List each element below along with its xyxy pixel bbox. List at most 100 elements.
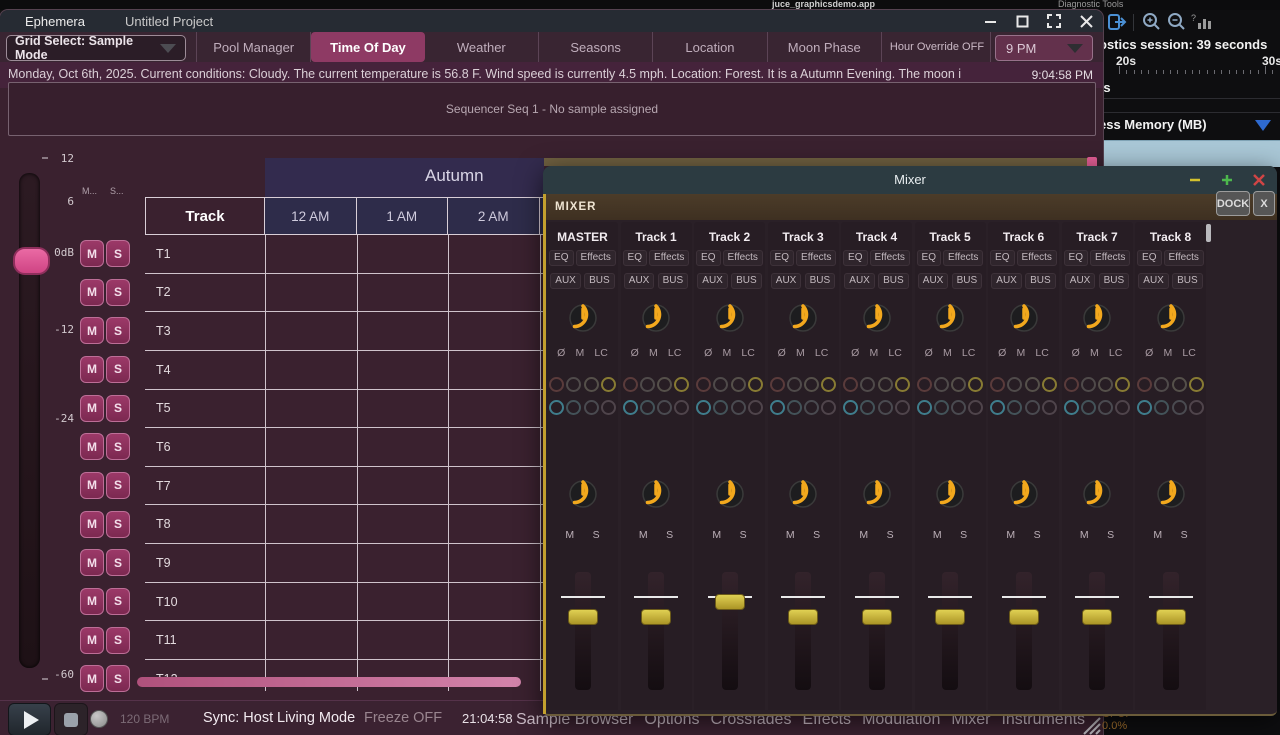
effects-button-track-2[interactable]: Effects <box>723 250 763 266</box>
grid-cell-T9-col2[interactable] <box>448 544 540 582</box>
mono-button-track-6[interactable]: M <box>1016 347 1025 359</box>
grid-cell-T3-col2[interactable] <box>448 312 540 350</box>
pan-knob-track-8[interactable] <box>1156 479 1186 509</box>
lowcut-button-track-8[interactable]: LC <box>1182 347 1195 359</box>
mute-button-T12[interactable]: M <box>80 665 104 692</box>
effects-button-track-3[interactable]: Effects <box>796 250 836 266</box>
eq-button-track-7[interactable]: EQ <box>1064 250 1088 266</box>
grid-cell-T10-col0[interactable] <box>265 583 357 621</box>
mono-button-track-7[interactable]: M <box>1090 347 1099 359</box>
grid-cell-T10-col1[interactable] <box>357 583 449 621</box>
send-led-track-3-b0[interactable] <box>770 400 785 415</box>
sync-mode[interactable]: Sync: Host <box>203 710 273 726</box>
stop-button[interactable] <box>54 703 88 735</box>
send-led-track-6-b0[interactable] <box>990 400 1005 415</box>
send-led-master-a1[interactable] <box>566 377 581 392</box>
strip-solo-track-7[interactable]: S <box>1107 529 1114 541</box>
mute-button-T2[interactable]: M <box>80 279 104 306</box>
send-led-track-8-b3[interactable] <box>1189 400 1204 415</box>
lowcut-button-track-1[interactable]: LC <box>668 347 681 359</box>
send-led-master-b2[interactable] <box>584 400 599 415</box>
zoom-in-icon[interactable] <box>1141 12 1163 32</box>
solo-button-T2[interactable]: S <box>106 279 130 306</box>
send-led-track-4-b3[interactable] <box>895 400 910 415</box>
mixer-minimize-icon[interactable] <box>1189 174 1201 186</box>
grid-cell-T2-col2[interactable] <box>448 274 540 312</box>
aux-button-track-8[interactable]: AUX <box>1138 273 1169 289</box>
send-led-track-2-b1[interactable] <box>713 400 728 415</box>
gain-knob-track-6[interactable] <box>1009 303 1039 333</box>
grid-horizontal-scrollbar[interactable] <box>137 677 521 687</box>
eq-button-master[interactable]: EQ <box>549 250 573 266</box>
send-led-track-5-b0[interactable] <box>917 400 932 415</box>
aux-button-master[interactable]: AUX <box>550 273 581 289</box>
send-led-track-5-a2[interactable] <box>951 377 966 392</box>
gain-knob-track-3[interactable] <box>788 303 818 333</box>
effects-button-track-4[interactable]: Effects <box>870 250 910 266</box>
strip-solo-track-2[interactable]: S <box>740 529 747 541</box>
solo-button-T6[interactable]: S <box>106 433 130 460</box>
send-led-track-6-b3[interactable] <box>1042 400 1057 415</box>
bus-button-track-5[interactable]: BUS <box>952 273 983 289</box>
grid-cell-T2-col1[interactable] <box>357 274 449 312</box>
bus-button-track-1[interactable]: BUS <box>658 273 689 289</box>
mute-button-T7[interactable]: M <box>80 472 104 499</box>
send-led-master-b3[interactable] <box>601 400 616 415</box>
aux-button-track-6[interactable]: AUX <box>991 273 1022 289</box>
strip-solo-track-5[interactable]: S <box>960 529 967 541</box>
fader-handle-track-2[interactable] <box>715 594 745 610</box>
gain-knob-track-5[interactable] <box>935 303 965 333</box>
minimize-icon[interactable] <box>981 13 999 29</box>
send-led-track-7-a0[interactable] <box>1064 377 1079 392</box>
bus-button-track-4[interactable]: BUS <box>878 273 909 289</box>
solo-button-T7[interactable]: S <box>106 472 130 499</box>
send-led-track-3-a1[interactable] <box>787 377 802 392</box>
solo-button-T10[interactable]: S <box>106 588 130 615</box>
send-led-track-8-b2[interactable] <box>1172 400 1187 415</box>
effects-button-track-6[interactable]: Effects <box>1017 250 1057 266</box>
send-led-track-4-a1[interactable] <box>860 377 875 392</box>
lowcut-button-master[interactable]: LC <box>594 347 607 359</box>
eq-button-track-3[interactable]: EQ <box>770 250 794 266</box>
stats-icon[interactable]: ? <box>1190 12 1212 32</box>
lowcut-button-track-4[interactable]: LC <box>888 347 901 359</box>
fader-handle-track-4[interactable] <box>862 609 892 625</box>
bus-button-track-8[interactable]: BUS <box>1172 273 1203 289</box>
send-led-track-1-a1[interactable] <box>640 377 655 392</box>
send-led-track-4-b0[interactable] <box>843 400 858 415</box>
tab-seasons[interactable]: Seasons <box>539 32 653 62</box>
send-led-track-4-a3[interactable] <box>895 377 910 392</box>
grid-cell-T6-col2[interactable] <box>448 428 540 466</box>
send-led-track-1-b1[interactable] <box>640 400 655 415</box>
zoom-out-icon[interactable] <box>1166 12 1188 32</box>
send-led-track-2-a2[interactable] <box>731 377 746 392</box>
send-led-track-6-b2[interactable] <box>1025 400 1040 415</box>
mixer-add-icon[interactable] <box>1221 174 1233 186</box>
living-mode-toggle[interactable]: Living Mode <box>277 710 355 726</box>
freeze-toggle[interactable]: Freeze OFF <box>364 710 442 726</box>
grid-cell-T11-col0[interactable] <box>265 621 357 659</box>
solo-button-T3[interactable]: S <box>106 317 130 344</box>
effects-button-track-5[interactable]: Effects <box>943 250 983 266</box>
send-led-track-7-a2[interactable] <box>1098 377 1113 392</box>
mute-button-T6[interactable]: M <box>80 433 104 460</box>
fader-track-track-5[interactable] <box>942 572 958 690</box>
send-led-track-3-b1[interactable] <box>787 400 802 415</box>
fader-handle-track-8[interactable] <box>1156 609 1186 625</box>
send-led-track-5-a0[interactable] <box>917 377 932 392</box>
send-led-master-a2[interactable] <box>584 377 599 392</box>
dock-button[interactable]: DOCK <box>1216 191 1250 216</box>
send-led-track-1-b0[interactable] <box>623 400 638 415</box>
pan-knob-track-7[interactable] <box>1082 479 1112 509</box>
send-led-track-3-b2[interactable] <box>804 400 819 415</box>
strip-mute-track-3[interactable]: M <box>786 529 795 541</box>
bpm-display[interactable]: 120 BPM <box>120 712 169 726</box>
grid-cell-T6-col0[interactable] <box>265 428 357 466</box>
fader-handle-track-6[interactable] <box>1009 609 1039 625</box>
send-led-track-7-b0[interactable] <box>1064 400 1079 415</box>
grid-cell-T10-col2[interactable] <box>448 583 540 621</box>
effects-button-master[interactable]: Effects <box>576 250 616 266</box>
eq-button-track-6[interactable]: EQ <box>990 250 1014 266</box>
send-led-track-2-a3[interactable] <box>748 377 763 392</box>
gain-knob-track-2[interactable] <box>715 303 745 333</box>
